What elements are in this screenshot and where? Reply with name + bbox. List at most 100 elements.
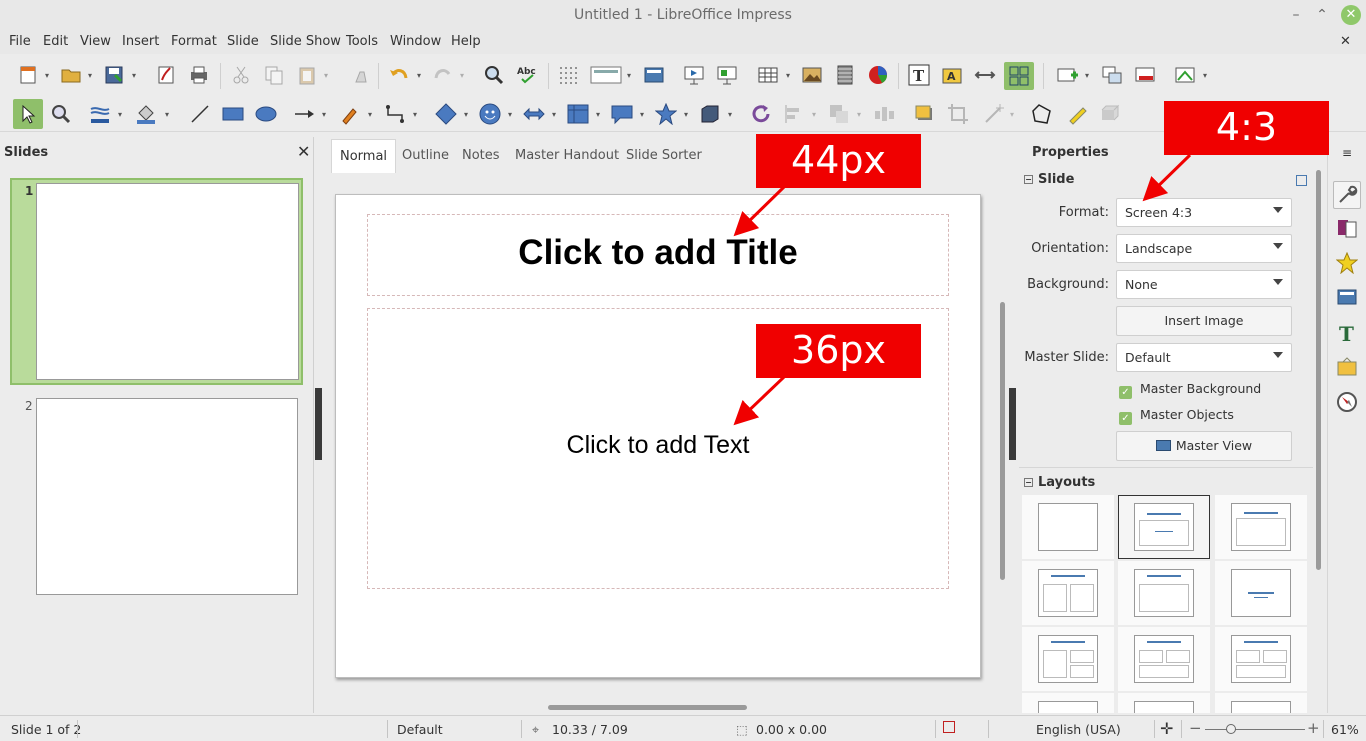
layout-two-content-2[interactable]	[1118, 627, 1210, 691]
chevron-down-icon[interactable]: ▾	[413, 111, 421, 119]
start-presentation-icon[interactable]	[683, 64, 705, 86]
layout-two-content[interactable]	[1022, 561, 1114, 625]
menu-file[interactable]: File	[9, 34, 31, 49]
close-document-icon[interactable]: ✕	[1340, 34, 1351, 49]
chevron-down-icon[interactable]: ▾	[640, 111, 648, 119]
close-window-icon[interactable]: ✕	[1341, 5, 1361, 25]
arrow-line-icon[interactable]	[293, 103, 315, 125]
slide-thumbnail-2[interactable]	[36, 398, 298, 595]
rectangle-icon[interactable]	[222, 103, 244, 125]
minimize-icon[interactable]: –	[1287, 6, 1305, 24]
table-icon[interactable]	[757, 64, 779, 86]
layout-content-two[interactable]	[1022, 627, 1114, 691]
copy-icon[interactable]	[263, 64, 285, 86]
chevron-down-icon[interactable]: ▾	[857, 111, 865, 119]
curve-icon[interactable]	[339, 103, 361, 125]
chevron-down-icon[interactable]: ▾	[627, 72, 635, 80]
background-select[interactable]: None	[1116, 270, 1292, 299]
clone-format-icon[interactable]	[350, 64, 372, 86]
format-select[interactable]: Screen 4:3	[1116, 198, 1292, 227]
layout-title-content[interactable]	[1118, 495, 1210, 559]
slide-layout-icon[interactable]	[1174, 64, 1196, 86]
master-name[interactable]: Default	[397, 722, 443, 737]
open-icon[interactable]	[60, 64, 82, 86]
crop-icon[interactable]	[947, 103, 969, 125]
align-icon[interactable]	[783, 103, 805, 125]
flowchart-icon[interactable]	[567, 103, 589, 125]
glue-icon[interactable]	[1066, 103, 1088, 125]
orientation-select[interactable]: Landscape	[1116, 234, 1292, 263]
sidebar-menu-icon[interactable]: ≡	[1342, 146, 1352, 160]
menu-insert[interactable]: Insert	[122, 34, 159, 49]
layout-partial[interactable]	[1022, 693, 1114, 713]
zoom-level[interactable]: 61%	[1331, 722, 1359, 737]
menu-edit[interactable]: Edit	[43, 34, 68, 49]
tab-master-handout[interactable]: Master Handout	[507, 139, 627, 173]
master-slides-deck-icon[interactable]	[1336, 286, 1358, 308]
cut-icon[interactable]	[230, 64, 252, 86]
chevron-down-icon[interactable]: ▾	[324, 72, 332, 80]
zoom-in-icon[interactable]: +	[1307, 719, 1320, 737]
fontwork-icon[interactable]: A	[941, 64, 963, 86]
textbox-icon[interactable]: T	[908, 64, 930, 86]
chevron-down-icon[interactable]: ▾	[88, 72, 96, 80]
menu-view[interactable]: View	[80, 34, 111, 49]
distribute-icon[interactable]	[873, 103, 895, 125]
layout-blank[interactable]	[1022, 495, 1114, 559]
slide-thumbnail-1[interactable]: 1	[10, 178, 303, 385]
close-icon[interactable]: ✕	[297, 142, 310, 161]
layout-title-only[interactable]	[1215, 495, 1307, 559]
chevron-down-icon[interactable]: ▾	[596, 111, 604, 119]
slides-panel-splitter[interactable]	[315, 388, 322, 460]
chevron-down-icon[interactable]: ▾	[728, 111, 736, 119]
master-view-button[interactable]: Master View	[1116, 431, 1292, 461]
media-icon[interactable]	[834, 64, 856, 86]
chevron-down-icon[interactable]: ▾	[786, 72, 794, 80]
paste-icon[interactable]	[296, 64, 318, 86]
menu-window[interactable]: Window	[390, 34, 441, 49]
layouts-section-header[interactable]: − Layouts	[1024, 475, 1095, 490]
menu-tools[interactable]: Tools	[346, 34, 378, 49]
language[interactable]: English (USA)	[1036, 722, 1121, 737]
zoom-slider-handle[interactable]	[1226, 724, 1236, 734]
tab-outline[interactable]: Outline	[394, 139, 457, 173]
fill-color-icon[interactable]	[135, 103, 157, 125]
master-objects-checkbox[interactable]: ✓ Master Objects	[1119, 407, 1234, 425]
layout-partial[interactable]	[1215, 693, 1307, 713]
chevron-down-icon[interactable]: ▾	[45, 72, 53, 80]
print-icon[interactable]	[188, 64, 210, 86]
image-icon[interactable]	[801, 64, 823, 86]
display-views-icon[interactable]	[590, 64, 622, 86]
new-slide-icon[interactable]	[1056, 64, 1078, 86]
fit-slide-icon[interactable]: ✛	[1160, 719, 1173, 738]
chart-icon[interactable]	[867, 64, 889, 86]
chevron-down-icon[interactable]: ▾	[132, 72, 140, 80]
menu-slide[interactable]: Slide	[227, 34, 259, 49]
chevron-down-icon[interactable]: ▾	[1010, 111, 1018, 119]
vertical-scrollbar[interactable]	[1000, 302, 1005, 580]
layout-centered-text[interactable]	[1215, 561, 1307, 625]
rotate-icon[interactable]	[750, 103, 772, 125]
select-icon[interactable]	[13, 99, 43, 129]
block-arrows-icon[interactable]	[523, 103, 545, 125]
delete-slide-icon[interactable]	[1134, 64, 1156, 86]
find-replace-icon[interactable]	[483, 64, 505, 86]
horizontal-scrollbar[interactable]	[548, 705, 747, 710]
properties-scrollbar[interactable]	[1316, 170, 1321, 570]
zoom-slider-track[interactable]	[1205, 729, 1305, 730]
stars-icon[interactable]	[655, 103, 677, 125]
hyperlink-icon[interactable]	[974, 64, 996, 86]
master-background-checkbox[interactable]: ✓ Master Background	[1119, 381, 1261, 399]
tab-normal[interactable]: Normal	[331, 139, 397, 173]
slide-transition-icon[interactable]	[1336, 217, 1358, 239]
chevron-down-icon[interactable]: ▾	[1203, 72, 1211, 80]
export-pdf-icon[interactable]	[155, 64, 177, 86]
chevron-down-icon[interactable]: ▾	[322, 111, 330, 119]
points-icon[interactable]	[1030, 103, 1052, 125]
navigator-icon[interactable]	[1336, 391, 1358, 413]
zoom-out-icon[interactable]: −	[1189, 719, 1202, 737]
slide-canvas[interactable]: Click to add Title Click to add Text	[335, 194, 981, 678]
ellipse-icon[interactable]	[255, 103, 277, 125]
chevron-down-icon[interactable]: ▾	[552, 111, 560, 119]
sidebar-splitter[interactable]	[1009, 388, 1016, 460]
